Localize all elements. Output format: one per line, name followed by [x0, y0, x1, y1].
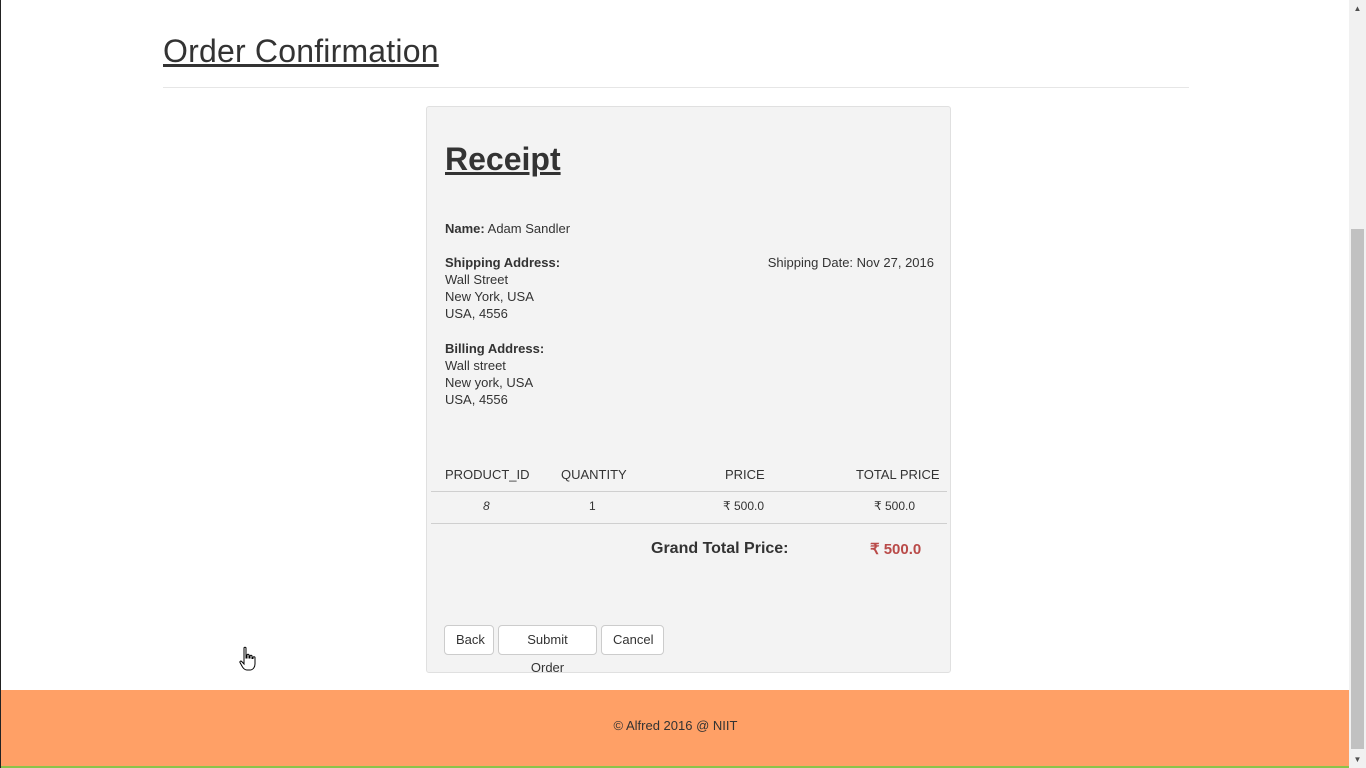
cancel-button[interactable]: Cancel	[601, 625, 664, 655]
billing-line-2: New york, USA	[445, 375, 534, 390]
shipping-line-3: USA, 4556	[445, 306, 508, 321]
table-row: 8 1 ₹ 500.0 ₹ 500.0	[431, 497, 947, 523]
order-table-header: PRODUCT_ID QUANTITY PRICE TOTAL PRICE	[431, 465, 947, 492]
shipping-date-label: Shipping Date:	[767, 255, 854, 270]
title-divider	[163, 87, 1189, 88]
back-button[interactable]: Back	[444, 625, 494, 655]
table-divider	[431, 491, 947, 492]
column-header-product-id: PRODUCT_ID	[445, 467, 530, 482]
billing-line-1: Wall street	[445, 358, 506, 373]
cell-product-id: 8	[483, 499, 490, 513]
shipping-address-label: Shipping Address:	[445, 255, 561, 270]
cell-total-price: ₹ 500.0	[874, 499, 915, 513]
shipping-address: Shipping Address: Wall Street New York, …	[445, 254, 560, 322]
billing-line-3: USA, 4556	[445, 392, 508, 407]
cell-quantity: 1	[589, 499, 596, 513]
column-header-total-price: TOTAL PRICE	[856, 467, 940, 482]
name-value: Adam Sandler	[487, 221, 571, 236]
shipping-date: Shipping Date: Nov 27, 2016	[768, 254, 934, 271]
shipping-line-1: Wall Street	[445, 272, 509, 287]
receipt-panel: Receipt Name: Adam Sandler Shipping Addr…	[426, 106, 951, 675]
grand-total-value: ₹ 500.0	[870, 541, 922, 558]
cell-price: ₹ 500.0	[723, 499, 764, 513]
page-title: Order Confirmation	[163, 33, 439, 69]
billing-address-label: Billing Address:	[445, 341, 545, 356]
table-divider	[431, 523, 947, 524]
billing-address: Billing Address: Wall street New york, U…	[445, 340, 544, 408]
hand-pointer-icon	[239, 646, 256, 671]
chevron-down-icon[interactable]: ▼	[1349, 751, 1366, 768]
name-label: Name:	[445, 221, 485, 236]
shipping-date-value: Nov 27, 2016	[856, 255, 934, 270]
column-header-quantity: QUANTITY	[561, 467, 627, 482]
receipt-title: Receipt	[445, 141, 561, 177]
column-header-price: PRICE	[725, 467, 765, 482]
submit-order-button[interactable]: Submit Order	[498, 625, 597, 675]
footer: © Alfred 2016 @ NIIT	[1, 690, 1349, 768]
scrollbar-thumb[interactable]	[1351, 229, 1364, 749]
shipping-line-2: New York, USA	[445, 289, 534, 304]
customer-name: Name: Adam Sandler	[445, 220, 570, 237]
vertical-scrollbar[interactable]: ▲ ▼	[1349, 0, 1366, 768]
grand-total-label: Grand Total Price:	[651, 540, 789, 557]
footer-copyright: © Alfred 2016 @ NIIT	[613, 718, 738, 733]
chevron-up-icon[interactable]: ▲	[1349, 0, 1366, 17]
browser-viewport: Order Confirmation Receipt Name: Adam Sa…	[0, 0, 1349, 768]
